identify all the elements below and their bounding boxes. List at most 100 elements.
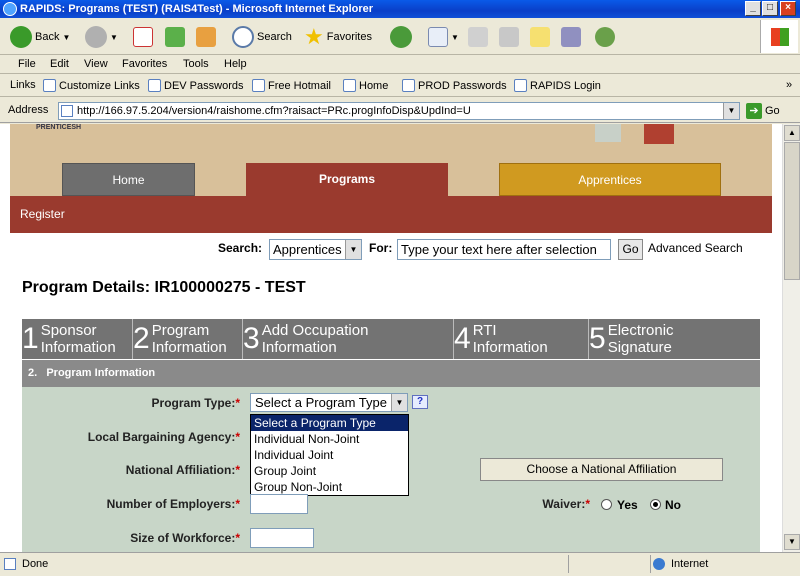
page-icon xyxy=(43,79,56,92)
messenger-button[interactable] xyxy=(595,23,615,51)
print-icon xyxy=(468,27,488,47)
search-type-select[interactable]: Apprentices ▼ xyxy=(269,239,362,260)
program-type-label: Program Type:* xyxy=(151,396,240,410)
waiver-no-radio[interactable] xyxy=(650,499,661,510)
home-button[interactable] xyxy=(196,23,216,51)
subnav-register[interactable]: Register xyxy=(20,207,65,221)
radio-selected-dot xyxy=(653,502,658,507)
back-arrow-icon xyxy=(10,26,32,48)
link-dev-passwords[interactable]: DEV Passwords xyxy=(148,79,243,92)
home-icon xyxy=(196,27,216,47)
research-icon xyxy=(561,27,581,47)
go-button[interactable]: ➔ Go xyxy=(746,103,780,119)
number-of-employers-input[interactable] xyxy=(250,494,308,514)
stop-icon xyxy=(133,27,153,47)
menu-bar: File Edit View Favorites Tools Help xyxy=(0,55,800,74)
edit-button[interactable] xyxy=(499,23,519,51)
mail-button[interactable]: ▼ xyxy=(428,23,459,51)
research-button[interactable] xyxy=(561,23,581,51)
messenger-icon xyxy=(595,27,615,47)
refresh-button[interactable] xyxy=(165,23,185,51)
scroll-thumb[interactable] xyxy=(784,142,800,280)
waiver-no-label: No xyxy=(665,498,681,512)
choose-affiliation-button[interactable]: Choose a National Affiliation xyxy=(480,458,723,481)
page-icon xyxy=(343,79,356,92)
scroll-up-button[interactable]: ▲ xyxy=(784,125,800,141)
address-bar: Address http://166.97.5.204/version4/rai… xyxy=(0,99,800,123)
page-icon xyxy=(61,105,73,117)
address-dropdown-button[interactable]: ▼ xyxy=(723,103,739,119)
header-graphic xyxy=(595,124,621,142)
menu-favorites[interactable]: Favorites xyxy=(122,58,167,70)
print-button[interactable] xyxy=(468,23,488,51)
site-logo-text: PRENTICESH xyxy=(36,124,82,131)
status-bar: Done Internet xyxy=(0,552,800,576)
vertical-scrollbar[interactable]: ▲ ▼ xyxy=(782,124,800,552)
tab-apprentices[interactable]: Apprentices xyxy=(499,163,721,196)
help-icon[interactable]: ? xyxy=(412,395,428,409)
page-content: PRENTICESH Home Programs Apprentices Reg… xyxy=(0,124,782,552)
dropdown-option[interactable]: Select a Program Type xyxy=(251,415,408,431)
link-free-hotmail[interactable]: Free Hotmail xyxy=(252,79,331,92)
step-add-occupation-information[interactable]: 3 Add Occupation Information xyxy=(243,319,454,359)
dropdown-option[interactable]: Group Non-Joint xyxy=(251,479,408,495)
waiver-yes-label: Yes xyxy=(617,498,638,512)
national-affiliation-label: National Affiliation:* xyxy=(125,463,240,477)
page-title: Program Details: IR100000275 - TEST xyxy=(22,279,306,296)
close-button[interactable]: × xyxy=(780,1,796,16)
menu-file[interactable]: File xyxy=(18,58,36,70)
waiver-yes-radio[interactable] xyxy=(601,499,612,510)
dropdown-option[interactable]: Group Joint xyxy=(251,463,408,479)
size-of-workforce-label: Size of Workforce:* xyxy=(130,531,240,545)
stop-button[interactable] xyxy=(133,23,153,51)
tab-programs[interactable]: Programs xyxy=(246,163,448,196)
tab-home[interactable]: Home xyxy=(62,163,195,196)
search-go-button[interactable]: Go xyxy=(618,239,643,260)
size-of-workforce-input[interactable] xyxy=(250,528,314,548)
chevron-down-icon: ▼ xyxy=(391,394,407,411)
step-rti-information[interactable]: 4 RTI Information xyxy=(454,319,589,359)
search-button[interactable]: Search xyxy=(232,23,292,51)
link-prod-passwords[interactable]: PROD Passwords xyxy=(402,79,507,92)
mail-icon xyxy=(428,27,448,47)
status-panel xyxy=(568,555,646,573)
history-button[interactable] xyxy=(390,23,412,51)
advanced-search-link[interactable]: Advanced Search xyxy=(648,241,743,255)
address-input[interactable]: http://166.97.5.204/version4/raishome.cf… xyxy=(58,102,740,120)
page-icon xyxy=(402,79,415,92)
discuss-button[interactable] xyxy=(530,23,550,51)
program-type-select[interactable]: Select a Program Type ▼ xyxy=(250,393,408,412)
step-sponsor-information[interactable]: 1 Sponsor Information xyxy=(22,319,133,359)
search-input[interactable]: Type your text here after selection xyxy=(397,239,611,260)
menu-tools[interactable]: Tools xyxy=(183,58,209,70)
step-electronic-signature[interactable]: 5 Electronic Signature xyxy=(589,319,760,359)
minimize-button[interactable]: _ xyxy=(745,1,761,16)
dropdown-option[interactable]: Individual Non-Joint xyxy=(251,431,408,447)
scroll-down-button[interactable]: ▼ xyxy=(784,534,800,550)
dropdown-option[interactable]: Individual Joint xyxy=(251,447,408,463)
link-home[interactable]: Home xyxy=(343,79,388,92)
window-title-bar: RAPIDS: Programs (TEST) (RAIS4Test) - Mi… xyxy=(0,0,800,18)
page-icon xyxy=(252,79,265,92)
edit-icon xyxy=(499,27,519,47)
note-icon xyxy=(530,27,550,47)
link-rapids-login[interactable]: RAPIDS Login xyxy=(514,79,601,92)
favorites-button[interactable]: ★ Favorites xyxy=(304,23,372,51)
for-label: For: xyxy=(369,241,393,255)
globe-icon xyxy=(653,558,665,570)
links-overflow[interactable]: » xyxy=(786,79,792,91)
number-of-employers-label: Number of Employers:* xyxy=(106,497,240,511)
waiver-label: Waiver:* xyxy=(542,497,590,511)
status-zone-panel: Internet xyxy=(650,555,800,573)
windows-flag-icon xyxy=(771,28,789,46)
window-title: RAPIDS: Programs (TEST) (RAIS4Test) - Mi… xyxy=(20,3,374,15)
back-button[interactable]: Back ▼ xyxy=(10,23,70,51)
step-program-information[interactable]: 2 Program Information xyxy=(133,319,243,359)
link-customize-links[interactable]: Customize Links xyxy=(43,79,140,92)
chevron-down-icon: ▼ xyxy=(345,240,361,259)
forward-button[interactable]: ▼ xyxy=(85,23,118,51)
maximize-button[interactable]: □ xyxy=(762,1,778,16)
menu-edit[interactable]: Edit xyxy=(50,58,69,70)
menu-view[interactable]: View xyxy=(84,58,108,70)
menu-help[interactable]: Help xyxy=(224,58,247,70)
